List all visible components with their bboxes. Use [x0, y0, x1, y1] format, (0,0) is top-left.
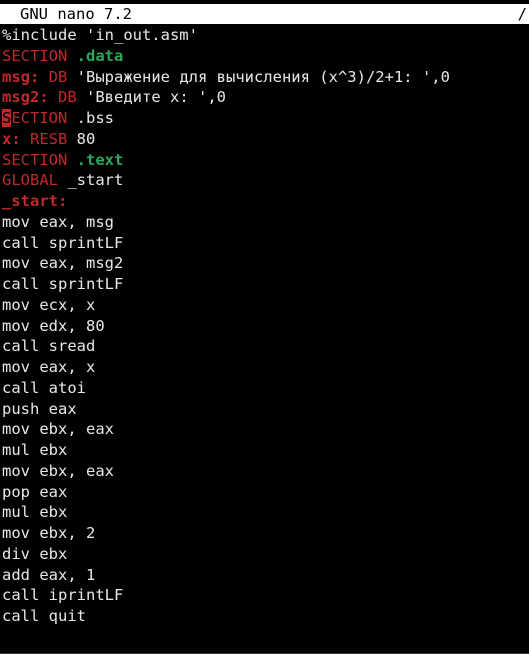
code-line[interactable]: div ebx	[2, 544, 529, 565]
code-token: 'Выражение для вычисления (x^3)/2+1: ',0	[67, 67, 450, 86]
code-token: mul ebx	[2, 441, 68, 459]
code-token: call atoi	[2, 378, 86, 397]
code-token: 80	[67, 129, 96, 148]
code-line[interactable]: mov eax, msg2	[2, 253, 529, 274]
code-line[interactable]: msg2: DB 'Введите x: ',0	[2, 87, 529, 108]
terminal-window: GNU nano 7.2 / %include 'in_out.asm' SECT…	[0, 0, 529, 654]
code-token: mov ebx, eax	[2, 420, 114, 439]
code-line[interactable]: call sprintLF	[2, 233, 529, 254]
code-token: SECTION	[2, 150, 68, 169]
code-line[interactable]: GLOBAL _start	[2, 170, 529, 191]
code-token: DB	[58, 88, 77, 107]
editor-name: GNU nano 7.2	[20, 5, 132, 23]
code-line[interactable]: SECTION .text	[2, 150, 529, 171]
code-line[interactable]: mov eax, x	[2, 357, 529, 378]
titlebar-right-text: /	[517, 5, 527, 23]
code-line[interactable]: mov edx, 80	[2, 316, 529, 337]
code-token: call iprintLF	[2, 586, 124, 605]
code-token: div ebx	[2, 544, 68, 563]
code-line[interactable]: mov ecx, x	[2, 295, 529, 316]
code-line[interactable]: mov ebx, eax	[2, 419, 529, 440]
code-token: mov ecx, x	[2, 295, 96, 314]
text-editor-area[interactable]: %include 'in_out.asm' SECTION .data msg: D…	[2, 25, 529, 627]
code-token: mul ebx	[2, 503, 68, 522]
code-token: GLOBAL	[2, 171, 58, 190]
code-line[interactable]: mov eax, msg	[2, 212, 529, 233]
code-token: msg:	[2, 67, 40, 86]
code-token: DB	[48, 67, 68, 86]
code-token: msg2:	[2, 88, 49, 107]
code-token: mov edx, 80	[2, 316, 105, 335]
code-token: _start	[58, 171, 124, 190]
code-line[interactable]: %include 'in_out.asm'	[2, 25, 529, 46]
nano-titlebar: GNU nano 7.2 /	[0, 4, 529, 24]
code-token: mov eax, msg2	[2, 254, 124, 273]
code-token: add eax, 1	[2, 565, 96, 584]
code-token: call quit	[2, 607, 86, 625]
code-token: SECTION	[2, 46, 68, 65]
code-token: call sprintLF	[2, 233, 124, 252]
code-line[interactable]: mov ebx, eax	[2, 461, 529, 482]
code-line[interactable]: mov ebx, 2	[2, 523, 529, 544]
code-token: .text	[76, 150, 124, 169]
code-token: .bss	[67, 109, 115, 127]
code-line[interactable]: mul ebx	[2, 502, 529, 523]
code-token: x:	[2, 129, 21, 148]
code-line[interactable]: msg: DB 'Выражение для вычисления (x^3)/…	[2, 67, 529, 88]
code-token: ECTION	[11, 109, 68, 127]
code-line[interactable]: add eax, 1	[2, 565, 529, 586]
code-line[interactable]: SECTION .bss	[2, 108, 529, 129]
code-line[interactable]: call quit	[2, 606, 529, 627]
code-token: mov ebx, eax	[2, 461, 114, 480]
code-token: RESB	[30, 129, 68, 148]
code-token: call sprintLF	[2, 275, 124, 293]
code-line[interactable]: pop eax	[2, 482, 529, 503]
code-line[interactable]: call sprintLF	[2, 274, 529, 295]
code-line[interactable]: call sread	[2, 336, 529, 357]
code-token: 'Введите x: ',0	[76, 88, 226, 107]
code-line[interactable]: _start:	[2, 191, 529, 212]
code-line[interactable]: x: RESB 80	[2, 129, 529, 150]
code-token: mov eax, x	[2, 358, 96, 376]
code-line[interactable]: call atoi	[2, 378, 529, 399]
code-line[interactable]: mul ebx	[2, 440, 529, 461]
code-line[interactable]: call iprintLF	[2, 585, 529, 606]
text-cursor: S	[2, 109, 12, 127]
code-token: pop eax	[2, 482, 68, 501]
code-token: push eax	[2, 399, 77, 418]
code-token: %include 'in_out.asm'	[2, 26, 198, 44]
code-line[interactable]: push eax	[2, 399, 529, 420]
code-token: mov eax, msg	[2, 212, 114, 231]
code-token: _start:	[2, 192, 68, 210]
code-token: mov ebx, 2	[2, 524, 96, 542]
code-line[interactable]: SECTION .data	[2, 46, 529, 67]
code-token: call sread	[2, 337, 96, 356]
code-token: .data	[76, 46, 124, 65]
